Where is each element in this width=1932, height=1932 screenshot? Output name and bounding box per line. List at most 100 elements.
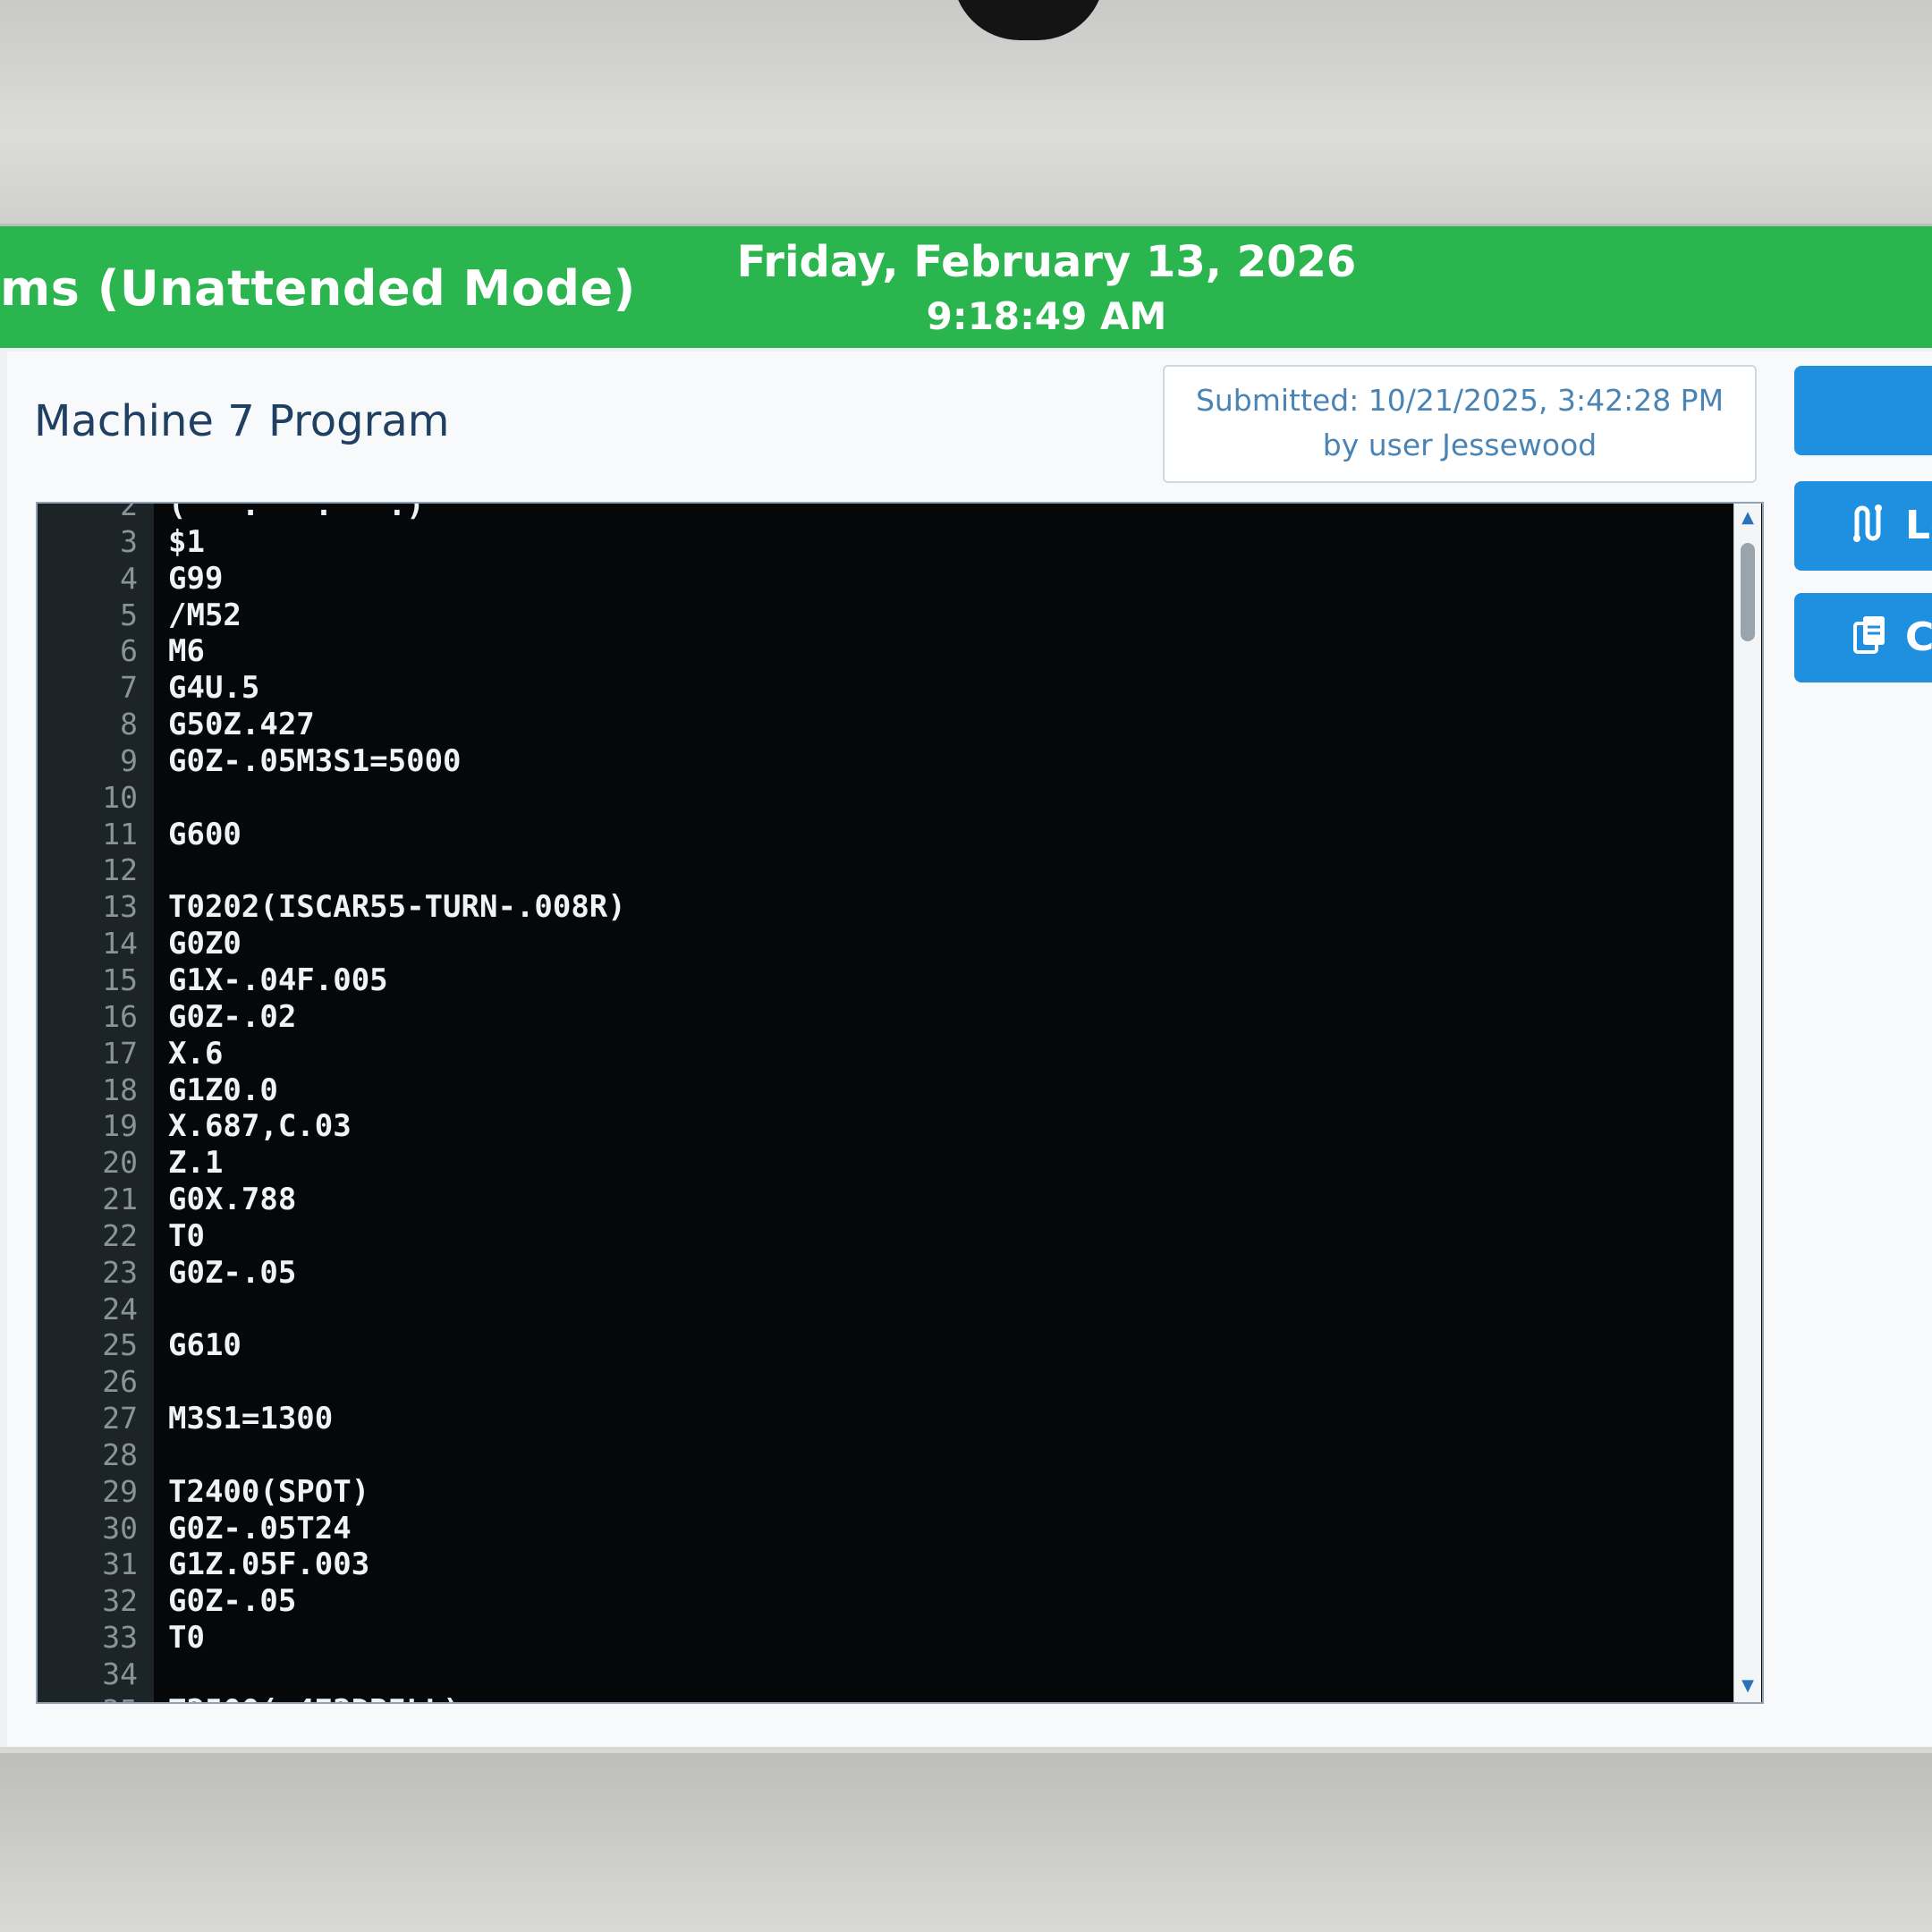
scroll-down-icon[interactable]: ▼ <box>1734 1675 1761 1697</box>
load-button-label: Lo <box>1905 503 1932 548</box>
line-code: G4U.5 <box>168 670 260 707</box>
line-number: 17 <box>102 1035 138 1071</box>
code-line: 14 G0Z0 <box>38 926 1728 962</box>
submitted-timestamp: Submitted: 10/21/2025, 3:42:28 PM <box>1195 383 1724 418</box>
code-line: 30 G0Z-.05T24 <box>38 1511 1728 1547</box>
line-number: 11 <box>102 816 138 852</box>
line-number: 31 <box>102 1546 138 1582</box>
line-number: 7 <box>120 670 138 706</box>
line-number: 21 <box>102 1182 138 1217</box>
code-line: 10 <box>38 780 1728 817</box>
code-line: 20 Z.1 <box>38 1145 1728 1182</box>
line-code: G0Z-.05T24 <box>168 1510 352 1546</box>
line-number: 19 <box>102 1108 138 1144</box>
code-line: 13 T0202(ISCAR55-TURN-.008R) <box>38 889 1728 926</box>
code-line: 31 G1Z.05F.003 <box>38 1546 1728 1583</box>
line-code: M6 <box>168 633 205 670</box>
line-code: G50Z.427 <box>168 707 315 743</box>
route-icon <box>1848 501 1893 546</box>
code-line: 9 G0Z-.05M3S1=5000 <box>38 743 1728 780</box>
code-line: 25 G610 <box>38 1327 1728 1364</box>
code-line: 23 G0Z-.05 <box>38 1255 1728 1292</box>
line-number: 35 <box>38 1693 138 1702</box>
line-code: T0 <box>168 1217 205 1254</box>
line-number: 27 <box>102 1401 138 1436</box>
code-line: 8 G50Z.427 <box>38 707 1728 743</box>
line-code: T0 <box>168 1620 205 1657</box>
enclosure-bottom <box>0 1753 1932 1932</box>
line-number: 13 <box>102 889 138 925</box>
line-code: G0X.788 <box>168 1182 297 1218</box>
submission-info: Submitted: 10/21/2025, 3:42:28 PM by use… <box>1163 365 1757 483</box>
line-code: G0Z-.05M3S1=5000 <box>168 742 462 779</box>
line-number: 4 <box>120 560 138 596</box>
line-number: 25 <box>102 1327 138 1363</box>
line-number: 10 <box>102 779 138 815</box>
code-line: 35 T2500(.472DRILL) <box>38 1693 1728 1702</box>
line-code: G0Z-.02 <box>168 998 297 1035</box>
line-number: 6 <box>120 633 138 669</box>
code-line: 5/M52 <box>38 597 1728 634</box>
header-time: 9:18:49 AM <box>926 294 1167 338</box>
code-line: 24 <box>38 1292 1728 1328</box>
line-code: T2500(.472DRILL) <box>168 1693 462 1702</box>
code-line: 28 <box>38 1437 1728 1474</box>
line-number: 22 <box>102 1217 138 1253</box>
line-number: 28 <box>102 1436 138 1472</box>
line-code: M3S1=1300 <box>168 1401 334 1437</box>
line-number: 33 <box>102 1620 138 1656</box>
code-line: 26 <box>38 1364 1728 1401</box>
line-code: G1X-.04F.005 <box>168 962 388 998</box>
code-line: 19 X.687,C.03 <box>38 1108 1728 1145</box>
code-line: 7 G4U.5 <box>38 670 1728 707</box>
line-code: /M52 <box>168 597 242 633</box>
copy-button[interactable]: C <box>1794 593 1932 682</box>
load-button[interactable]: Lo <box>1794 481 1932 571</box>
line-number: 5 <box>120 597 138 632</box>
code-line: 18 G1Z0.0 <box>38 1072 1728 1109</box>
code-line: 16 G0Z-.02 <box>38 999 1728 1036</box>
side-button-top[interactable] <box>1794 366 1932 455</box>
line-number: 3 <box>120 523 138 559</box>
line-code: G610 <box>168 1327 242 1364</box>
line-number: 18 <box>102 1072 138 1107</box>
code-line: 3 $1 <box>38 524 1728 561</box>
code-line: 6 M6 <box>38 633 1728 670</box>
line-code: G0Z0 <box>168 926 242 962</box>
line-code: X.6 <box>168 1035 224 1072</box>
line-code: G0Z-.05 <box>168 1254 297 1291</box>
page-title: Machine 7 Program <box>34 396 450 446</box>
code-line: 12 <box>38 852 1728 889</box>
code-line: 2 ( . . .) <box>38 502 1728 524</box>
line-number: 23 <box>102 1254 138 1290</box>
editor-scrollbar[interactable]: ▲ ▼ <box>1733 504 1761 1702</box>
line-code: T0202(ISCAR55-TURN-.008R) <box>168 889 626 926</box>
code-line: 27 M3S1=1300 <box>38 1401 1728 1437</box>
code-line: 29 T2400(SPOT) <box>38 1474 1728 1511</box>
code-line: 34 <box>38 1657 1728 1693</box>
copy-document-icon <box>1848 613 1893 657</box>
line-number: 30 <box>102 1510 138 1546</box>
control-knob <box>953 0 1105 40</box>
line-number: 8 <box>120 707 138 742</box>
copy-button-label: C <box>1905 614 1932 660</box>
scroll-thumb[interactable] <box>1741 543 1755 641</box>
main-content: Machine 7 Program Submitted: 10/21/2025,… <box>7 352 1932 1747</box>
code-line: 11 G600 <box>38 817 1728 853</box>
code-line: 15 G1X-.04F.005 <box>38 962 1728 999</box>
line-number: 34 <box>102 1657 138 1691</box>
line-code: G1Z.05F.003 <box>168 1546 370 1583</box>
enclosure-top <box>0 0 1932 224</box>
line-code: G99 <box>168 560 224 597</box>
header-date: Friday, February 13, 2026 <box>736 237 1357 287</box>
line-code: G1Z0.0 <box>168 1072 278 1108</box>
code-line: 32 G0Z-.05 <box>38 1583 1728 1620</box>
scroll-up-icon[interactable]: ▲ <box>1734 507 1761 529</box>
code-lines: 2( . . .) 3 $1 4 G99 5/M52 6 M6 7 G4U.5 8 G50Z.427 9… <box>38 502 1728 1702</box>
line-code: G600 <box>168 816 242 852</box>
code-editor[interactable]: 2( . . .) 3 $1 4 G99 5/M52 6 M6 7 G4U.5 8 G50Z.427 9… <box>36 502 1764 1704</box>
header-title: ms (Unattended Mode) <box>0 260 636 317</box>
line-number: 2 <box>120 502 138 522</box>
line-number: 32 <box>102 1583 138 1619</box>
line-code: G0Z-.05 <box>168 1583 297 1620</box>
